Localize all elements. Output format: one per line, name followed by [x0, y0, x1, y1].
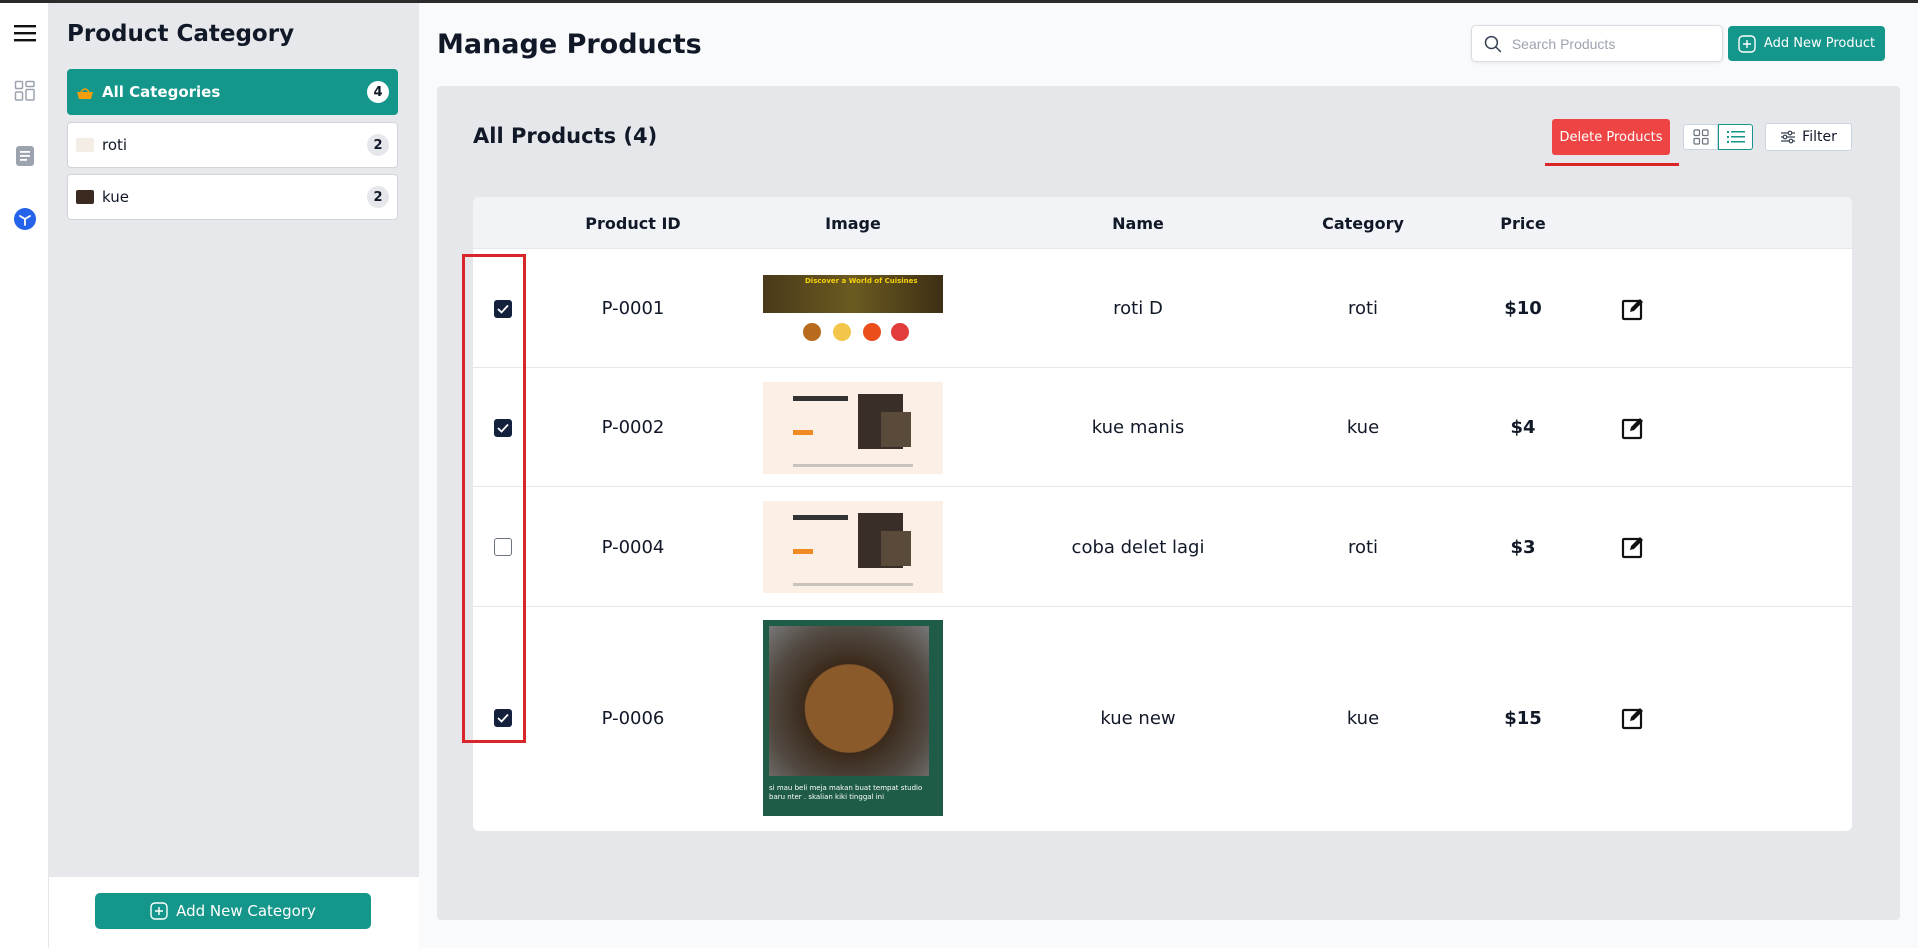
product-image: Discover a World of Cuisines — [763, 262, 943, 355]
product-price: $10 — [1504, 298, 1542, 319]
product-name: roti D — [1113, 298, 1163, 319]
category-footer: Add New Category — [49, 876, 419, 951]
product-image — [763, 501, 943, 593]
image-banner-text: Discover a World of Cuisines — [805, 276, 918, 285]
category-panel-title: Product Category — [67, 21, 295, 47]
grid-view-button[interactable] — [1683, 124, 1718, 150]
plus-square-icon — [1738, 34, 1756, 53]
column-header-price[interactable]: Price — [1453, 197, 1593, 249]
column-header-image[interactable]: Image — [763, 197, 943, 249]
category-item-roti[interactable]: roti 2 — [67, 122, 398, 168]
product-id: P-0006 — [601, 707, 665, 729]
edit-icon[interactable] — [1603, 607, 1663, 829]
product-name: kue new — [1100, 707, 1176, 729]
product-category: roti — [1347, 298, 1379, 319]
column-header-product-id[interactable]: Product ID — [533, 197, 733, 249]
products-title: All Products (4) — [473, 124, 658, 148]
search-input[interactable] — [1511, 35, 1710, 52]
search-box[interactable] — [1471, 25, 1723, 62]
table-row[interactable]: P-0004 coba delet lagi roti $3 — [473, 487, 1852, 607]
document-icon[interactable] — [11, 142, 38, 169]
row-checkbox[interactable] — [494, 538, 512, 556]
page-title: Manage Products — [437, 29, 702, 60]
column-header-name[interactable]: Name — [1033, 197, 1243, 249]
product-category: roti — [1347, 536, 1379, 558]
view-toggle — [1683, 124, 1753, 150]
product-id: P-0002 — [601, 417, 665, 438]
product-category: kue — [1346, 417, 1380, 438]
product-category: kue — [1346, 707, 1380, 729]
add-product-label: Add New Product — [1763, 36, 1876, 51]
add-product-button[interactable]: Add New Product — [1728, 26, 1885, 61]
plus-square-icon — [150, 902, 168, 920]
product-price: $4 — [1510, 417, 1536, 438]
image-caption: si mau beli meja makan buat tempat studi… — [769, 784, 923, 801]
category-label: kue — [102, 188, 129, 206]
category-label: All Categories — [102, 83, 221, 101]
basket-icon — [76, 85, 94, 99]
list-icon — [1726, 131, 1745, 143]
icon-rail — [0, 3, 49, 948]
product-image: si mau beli meja makan buat tempat studi… — [763, 620, 943, 816]
row-checkbox[interactable] — [494, 709, 512, 727]
row-checkbox[interactable] — [494, 418, 512, 437]
edit-icon[interactable] — [1603, 487, 1663, 607]
edit-icon[interactable] — [1603, 368, 1663, 487]
main-content: Manage Products Add New Product All Prod… — [419, 3, 1918, 948]
category-count-badge: 4 — [367, 81, 389, 103]
row-checkbox[interactable] — [494, 299, 512, 318]
add-category-label: Add New Category — [176, 902, 316, 920]
edit-icon[interactable] — [1603, 249, 1663, 368]
product-price: $3 — [1510, 536, 1536, 558]
delete-highlight-underline — [1545, 163, 1679, 166]
menu-icon[interactable] — [11, 19, 38, 46]
check-icon — [497, 423, 509, 433]
delete-products-button[interactable]: Delete Products — [1552, 119, 1670, 155]
search-icon — [1484, 35, 1502, 52]
column-header-category[interactable]: Category — [1283, 197, 1443, 249]
category-count-badge: 2 — [367, 134, 389, 156]
table-row[interactable]: P-0006 si mau beli meja makan buat tempa… — [473, 607, 1852, 829]
table-row[interactable]: P-0002 kue manis kue $4 — [473, 368, 1852, 487]
grid-icon — [1692, 129, 1709, 145]
category-thumbnail — [76, 138, 94, 152]
check-icon — [497, 304, 509, 314]
product-icon[interactable] — [11, 205, 38, 232]
product-image — [763, 381, 943, 474]
add-category-button[interactable]: Add New Category — [95, 893, 371, 929]
category-thumbnail — [76, 190, 94, 204]
filter-sliders-icon — [1781, 130, 1796, 144]
products-table: Product ID Image Name Category Price P-0… — [473, 197, 1852, 831]
category-count-badge: 2 — [367, 186, 389, 208]
filter-button[interactable]: Filter — [1765, 123, 1852, 151]
product-name: kue manis — [1091, 417, 1185, 438]
products-card: All Products (4) Delete Products Filter … — [437, 86, 1900, 920]
category-panel: Product Category All Categories 4 roti 2… — [49, 3, 419, 951]
category-item-kue[interactable]: kue 2 — [67, 174, 398, 220]
check-icon — [497, 713, 509, 723]
list-view-button[interactable] — [1718, 124, 1753, 150]
product-price: $15 — [1504, 707, 1542, 729]
product-id: P-0004 — [601, 536, 665, 558]
table-row[interactable]: P-0001 Discover a World of Cuisines roti… — [473, 249, 1852, 368]
table-header: Product ID Image Name Category Price — [473, 197, 1852, 249]
filter-label: Filter — [1802, 129, 1837, 145]
dashboard-icon[interactable] — [11, 77, 38, 104]
product-name: coba delet lagi — [1071, 536, 1205, 558]
category-item-all[interactable]: All Categories 4 — [67, 69, 398, 115]
category-label: roti — [102, 136, 128, 154]
product-id: P-0001 — [601, 298, 665, 319]
